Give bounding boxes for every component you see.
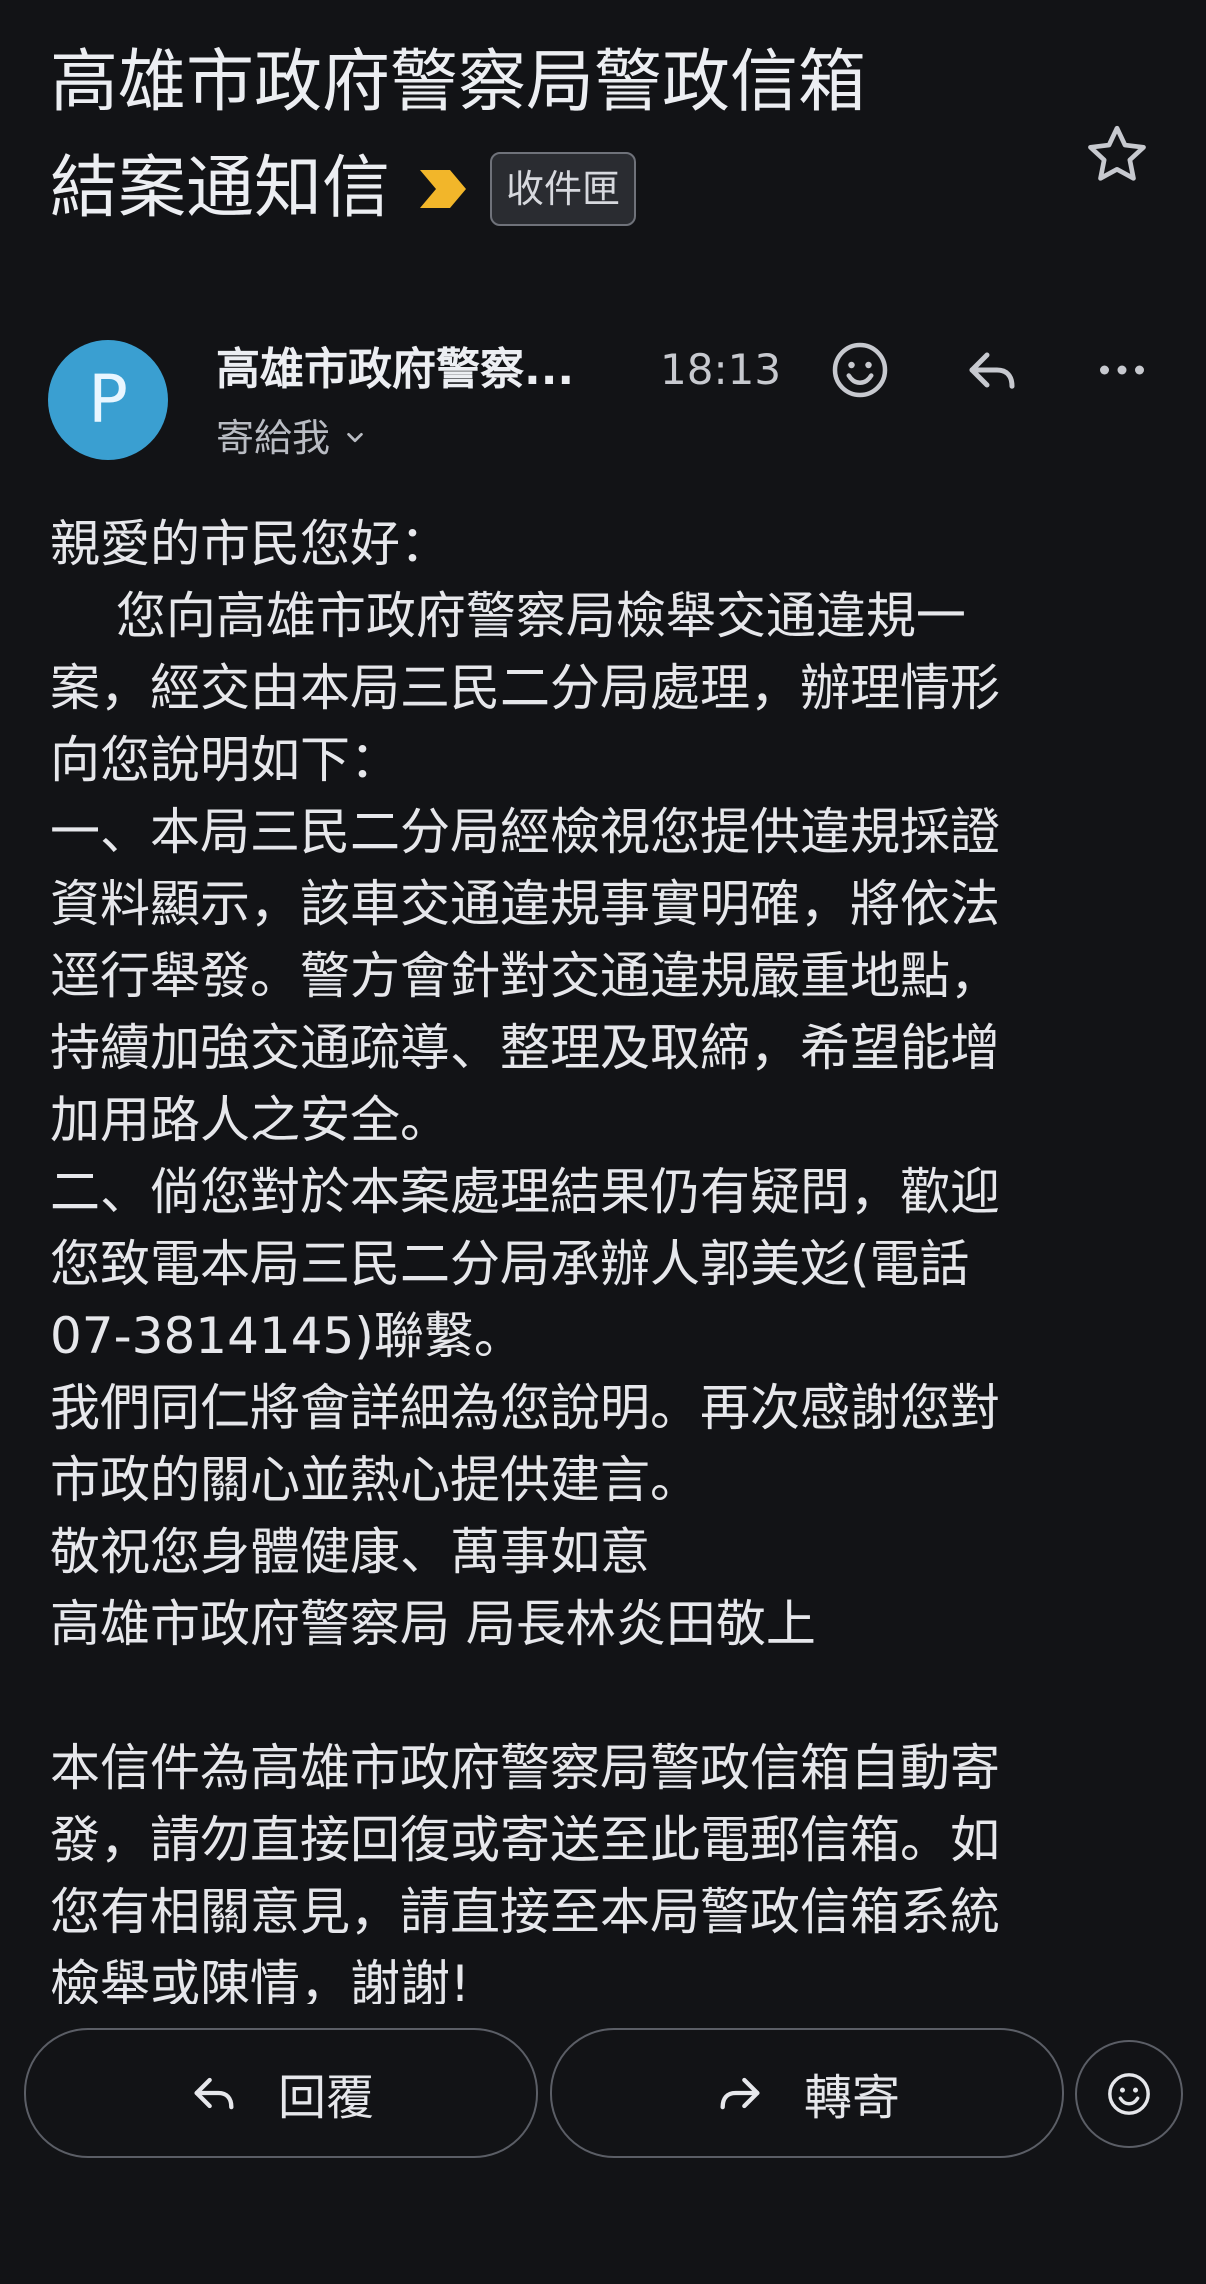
star-icon[interactable] xyxy=(1082,120,1152,190)
body-line: 二、倘您對於本案處理結果仍有疑問，歡迎 xyxy=(50,1163,1000,1221)
body-line: 親愛的市民您好： xyxy=(50,515,450,573)
body-line: 您向高雄市政府警察局檢舉交通違規一 xyxy=(50,587,966,645)
body-line: 逕行舉發。警方會針對交通違規嚴重地點， xyxy=(50,947,1000,1005)
subject-line-2: 結案通知信 xyxy=(50,149,391,228)
message-header: P 高雄市政府警察... 18:13 寄給我 xyxy=(48,340,1168,465)
body-line: 一、本局三民二分局經檢視您提供違規採證 xyxy=(50,803,1000,861)
message-time: 18:13 xyxy=(660,345,782,394)
forward-label: 轉寄 xyxy=(803,2070,900,2126)
body-line: 加用路人之安全。 xyxy=(50,1091,450,1149)
avatar[interactable]: P xyxy=(48,340,168,460)
recipient-toggle[interactable]: 寄給我 xyxy=(216,410,366,466)
reply-icon[interactable] xyxy=(962,340,1022,400)
importance-marker-icon[interactable] xyxy=(418,166,468,212)
body-line: 高雄市政府警察局 局長林炎田敬上 xyxy=(50,1595,816,1653)
emoji-icon xyxy=(1108,2073,1150,2115)
reply-button[interactable]: 回覆 xyxy=(24,2028,538,2158)
chevron-down-icon xyxy=(347,432,363,443)
body-line: 本信件為高雄市政府警察局警政信箱自動寄 xyxy=(50,1739,1000,1797)
bottom-action-bar: 回覆 轉寄 xyxy=(0,2010,1206,2284)
emoji-icon[interactable] xyxy=(830,340,890,400)
recipient-label: 寄給我 xyxy=(216,416,331,460)
sender-name[interactable]: 高雄市政府警察... xyxy=(216,340,574,400)
body-line: 向您說明如下： xyxy=(50,731,400,789)
forward-arrow-icon xyxy=(720,2077,760,2110)
react-button[interactable] xyxy=(1075,2040,1183,2148)
body-line: 檢舉或陳情，謝謝! xyxy=(50,1955,471,2004)
body-line: 敬祝您身體健康、萬事如意 xyxy=(50,1523,650,1581)
reply-arrow-icon xyxy=(194,2077,234,2110)
body-line-phone[interactable]: 07-3814145)聯繫。 xyxy=(50,1300,1170,1372)
body-line: 您致電本局三民二分局承辦人郭美彣(電話 xyxy=(50,1235,970,1293)
subject-line-2-row: 結案通知信 收件匣 xyxy=(50,136,1060,242)
body-line: 市政的關心並熱心提供建言。 xyxy=(50,1451,700,1509)
more-icon[interactable] xyxy=(1092,340,1152,400)
body-line: 案，經交由本局三民二分局處理，辦理情形 xyxy=(50,659,1000,717)
body-line: 發，請勿直接回復或寄送至此電郵信箱。如 xyxy=(50,1811,1000,1869)
email-body: 親愛的市民您好： 您向高雄市政府警察局檢舉交通違規一 案，經交由本局三民二分局處… xyxy=(50,508,1170,2004)
body-line: 資料顯示，該車交通違規事實明確，將依法 xyxy=(50,875,1000,933)
body-line: 持續加強交通疏導、整理及取締，希望能增 xyxy=(50,1019,1000,1077)
body-line: 我們同仁將會詳細為您說明。再次感謝您對 xyxy=(50,1379,1000,1437)
email-subject: 高雄市政府警察局警政信箱 結案通知信 收件匣 xyxy=(50,30,1060,242)
reply-label: 回覆 xyxy=(277,2070,374,2126)
inbox-label-chip[interactable]: 收件匣 xyxy=(490,152,637,226)
subject-line-1: 高雄市政府警察局警政信箱 xyxy=(50,43,867,122)
body-blank-line xyxy=(50,1660,1170,1732)
forward-button[interactable]: 轉寄 xyxy=(550,2028,1064,2158)
body-line: 您有相關意見，請直接至本局警政信箱系統 xyxy=(50,1883,1000,1941)
